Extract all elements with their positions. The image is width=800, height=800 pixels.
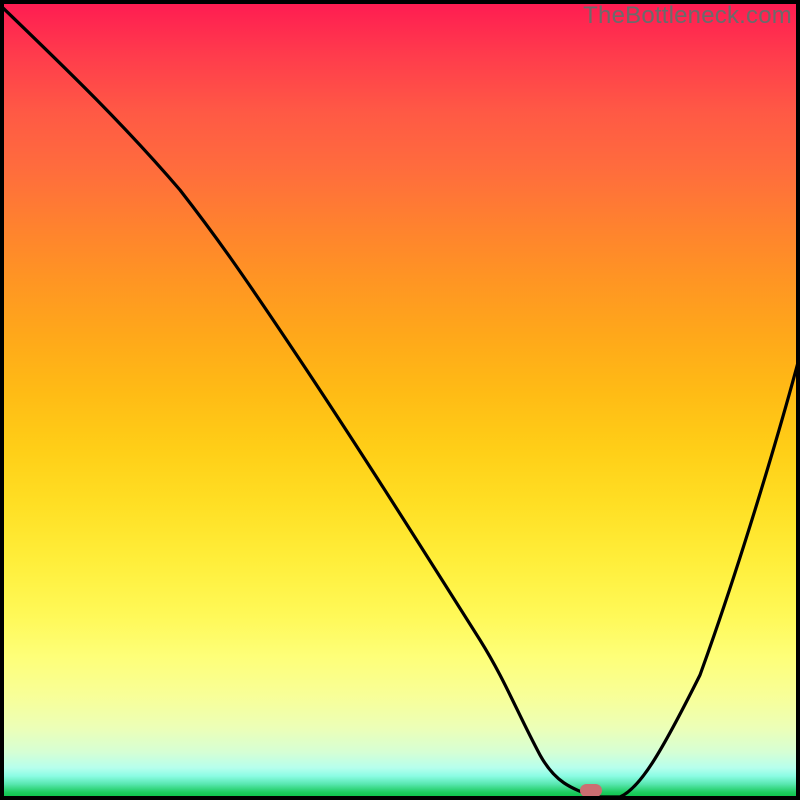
curve-layer	[0, 0, 800, 800]
bottleneck-marker	[580, 784, 602, 797]
watermark-text: TheBottleneck.com	[583, 2, 792, 30]
bottleneck-chart: TheBottleneck.com	[0, 0, 800, 800]
bottleneck-curve-path	[0, 5, 800, 797]
